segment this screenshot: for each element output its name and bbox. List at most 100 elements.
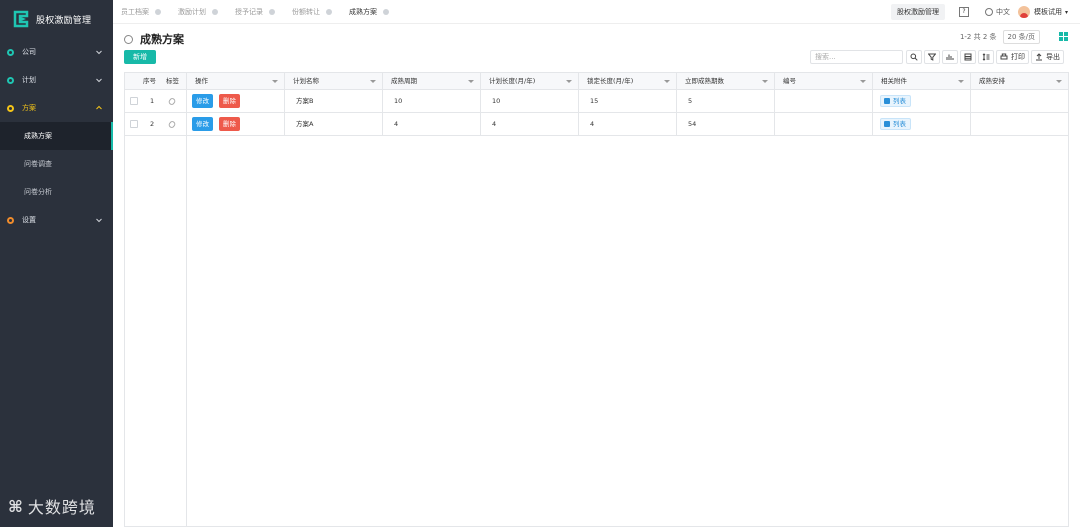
- search-icon: [910, 53, 918, 61]
- language-switch[interactable]: 中文: [984, 7, 1010, 17]
- sidebar-item-scheme[interactable]: 方案: [0, 94, 113, 122]
- sort-arrow-icon[interactable]: [1056, 80, 1062, 83]
- sort-arrow-icon[interactable]: [468, 80, 474, 83]
- sort-arrow-icon[interactable]: [860, 80, 866, 83]
- tab-label: 员工档案: [121, 8, 149, 16]
- table-row[interactable]: 2 修改 删除 方案A 4 4 4 54 列表: [125, 113, 1068, 136]
- plan-name-cell: 方案B: [285, 90, 383, 112]
- plan-name-cell: 方案A: [285, 113, 383, 135]
- tab-grant-records[interactable]: 授予记录: [235, 7, 275, 17]
- sort-arrow-icon[interactable]: [762, 80, 768, 83]
- top-right-controls: 股权激励管理 ? 中文 模板试用 ▾: [890, 4, 1068, 20]
- module-button[interactable]: 股权激励管理: [890, 4, 945, 20]
- pagination-summary: 1-2 共 2 条: [959, 33, 997, 41]
- sort-arrow-icon[interactable]: [664, 80, 670, 83]
- export-button[interactable]: 导出: [1031, 50, 1064, 64]
- sort-arrow-icon[interactable]: [272, 80, 278, 83]
- column-header-attachment[interactable]: 相关附件: [873, 73, 971, 90]
- app-root: 股权激励管理 公司 计划 方案 成熟方案 问卷调查 问卷分析 设置 ⌘ 大数跨境…: [0, 0, 1080, 527]
- add-button[interactable]: 新增: [124, 50, 156, 64]
- delete-button[interactable]: 删除: [219, 117, 240, 131]
- page-size-select[interactable]: 20 条/页: [1002, 30, 1040, 44]
- table-row[interactable]: 1 修改 删除 方案B 10 10 15 5 列表: [125, 90, 1068, 113]
- print-button[interactable]: 打印: [996, 50, 1029, 64]
- tab-incentive-plan[interactable]: 激励计划: [178, 7, 218, 17]
- sort-button[interactable]: [978, 50, 994, 64]
- print-label: 打印: [1011, 53, 1025, 61]
- column-header-label: 相关附件: [881, 77, 907, 85]
- sort-arrow-icon[interactable]: [958, 80, 964, 83]
- immediate-cell: 54: [677, 113, 775, 135]
- chevron-down-icon: [96, 218, 102, 223]
- filter-button[interactable]: [924, 50, 940, 64]
- sidebar-item-label: 设置: [22, 216, 36, 224]
- tab-label: 激励计划: [178, 8, 206, 16]
- column-header-actions[interactable]: 操作: [187, 73, 285, 90]
- row-checkbox[interactable]: [130, 120, 138, 128]
- upload-icon: [1036, 53, 1042, 61]
- brand[interactable]: 股权激励管理: [12, 9, 91, 29]
- close-icon[interactable]: [326, 9, 332, 15]
- edit-button[interactable]: 修改: [192, 117, 213, 131]
- circle-icon: [7, 216, 14, 224]
- paperclip-icon[interactable]: [167, 119, 177, 130]
- refresh-icon[interactable]: [124, 34, 133, 44]
- pagination: 1-2 共 2 条 20 条/页: [959, 30, 1040, 44]
- help-icon[interactable]: ?: [958, 7, 969, 17]
- tab-mature-scheme[interactable]: 成熟方案: [349, 7, 389, 17]
- fixed-column-divider: [186, 73, 187, 526]
- app-logo-icon: [12, 10, 30, 28]
- sort-arrow-icon[interactable]: [566, 80, 572, 83]
- close-icon[interactable]: [383, 9, 389, 15]
- paperclip-icon[interactable]: [167, 96, 177, 107]
- lock-length-cell: 15: [579, 90, 677, 112]
- row-checkbox[interactable]: [130, 97, 138, 105]
- printer-icon: [1000, 53, 1008, 60]
- close-icon[interactable]: [155, 9, 161, 15]
- circle-icon: [7, 48, 14, 56]
- sidebar-item-settings[interactable]: 设置: [0, 206, 113, 234]
- page-title: 成熟方案: [140, 33, 184, 46]
- lock-length-cell: 4: [579, 113, 677, 135]
- sidebar-item-plan[interactable]: 计划: [0, 66, 113, 94]
- sidebar-subitem-mature-scheme[interactable]: 成熟方案: [0, 122, 113, 150]
- column-header-schedule[interactable]: 成熟安排: [971, 73, 1068, 90]
- edit-button[interactable]: 修改: [192, 94, 213, 108]
- column-header-code[interactable]: 编号: [775, 73, 873, 90]
- search-input[interactable]: 搜索...: [810, 50, 903, 64]
- top-tab-bar: 员工档案 激励计划 授予记录 份额转让 成熟方案 股权激励管理 ? 中文 模板试…: [113, 0, 1080, 24]
- close-icon[interactable]: [212, 9, 218, 15]
- group-icon: [964, 53, 972, 61]
- code-cell: [775, 113, 873, 135]
- column-header-immediate[interactable]: 立即成熟期数: [677, 73, 775, 90]
- column-header-plan-length[interactable]: 计划长度(月/年): [481, 73, 579, 90]
- group-button[interactable]: [960, 50, 976, 64]
- chevron-down-icon: ▾: [1064, 8, 1068, 16]
- tab-list: 员工档案 激励计划 授予记录 份额转让 成熟方案: [121, 0, 406, 24]
- user-menu[interactable]: 模板试用 ▾: [1017, 6, 1068, 18]
- delete-button[interactable]: 删除: [219, 94, 240, 108]
- chevron-down-icon: [96, 50, 102, 55]
- chevron-down-icon: [96, 78, 102, 83]
- attachment-list-label: 列表: [893, 97, 906, 105]
- column-header-label: 计划名称: [293, 77, 319, 85]
- column-header-cycle[interactable]: 成熟周期: [383, 73, 481, 90]
- sidebar-item-company[interactable]: 公司: [0, 38, 113, 66]
- close-icon[interactable]: [269, 9, 275, 15]
- chevron-up-icon: [96, 105, 102, 110]
- attachment-list-button[interactable]: 列表: [880, 95, 911, 107]
- tab-employee-archive[interactable]: 员工档案: [121, 7, 161, 17]
- attachment-list-button[interactable]: 列表: [880, 118, 911, 130]
- column-header-lock-length[interactable]: 锁定长度(月/年): [579, 73, 677, 90]
- sort-arrow-icon[interactable]: [370, 80, 376, 83]
- tab-share-transfer[interactable]: 份额转让: [292, 7, 332, 17]
- grid-view-icon[interactable]: [1059, 32, 1068, 41]
- filter-icon: [928, 53, 936, 61]
- page-header: 成熟方案: [124, 31, 184, 47]
- sidebar-item-label: 计划: [22, 76, 36, 84]
- sidebar-subitem-survey[interactable]: 问卷调查: [0, 150, 113, 178]
- sidebar-subitem-survey-analysis[interactable]: 问卷分析: [0, 178, 113, 206]
- column-header-plan-name[interactable]: 计划名称: [285, 73, 383, 90]
- chart-button[interactable]: [942, 50, 958, 64]
- search-button[interactable]: [906, 50, 922, 64]
